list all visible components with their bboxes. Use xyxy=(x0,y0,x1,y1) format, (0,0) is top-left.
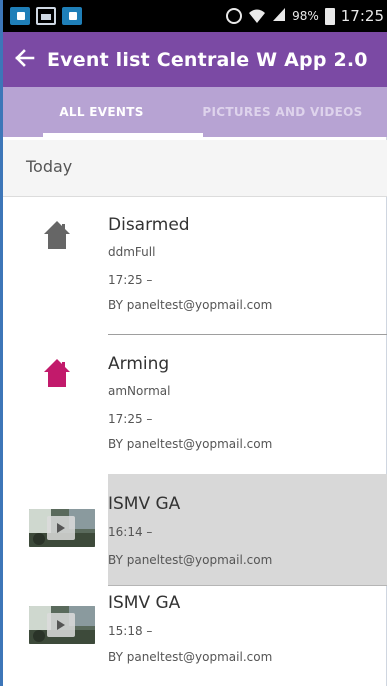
event-item-selected[interactable]: ISMV GA 16:14 – BY paneltest@yopmail.com xyxy=(3,474,387,586)
event-content: Arming amNormal 17:25 – BY paneltest@yop… xyxy=(108,335,387,474)
event-user: BY paneltest@yopmail.com xyxy=(108,437,273,451)
tab-label: ALL EVENTS xyxy=(59,105,144,119)
play-icon xyxy=(47,516,75,540)
event-content: Disarmed ddmFull 17:25 – BY paneltest@yo… xyxy=(108,197,387,335)
event-user: BY paneltest@yopmail.com xyxy=(108,650,273,664)
status-bar: 98% 17:25 xyxy=(3,0,387,32)
event-detail: ddmFull xyxy=(108,245,156,259)
section-label: Today xyxy=(26,157,73,176)
back-button[interactable] xyxy=(3,32,47,87)
notification-icons xyxy=(3,7,82,25)
event-name: ISMV GA xyxy=(108,593,181,613)
event-time: 16:14 – xyxy=(108,525,153,539)
app-notification-icon xyxy=(10,7,30,25)
page-title: Event list Centrale W App 2.0 xyxy=(47,48,368,71)
event-name: Disarmed xyxy=(108,215,190,235)
event-content: ISMV GA 16:14 – BY paneltest@yopmail.com xyxy=(108,474,387,586)
video-thumbnail[interactable] xyxy=(29,606,95,644)
event-time: 17:25 – xyxy=(108,412,153,426)
section-header: Today xyxy=(3,140,387,197)
video-thumbnail[interactable] xyxy=(29,509,95,547)
tab-all-events[interactable]: ALL EVENTS xyxy=(3,87,203,137)
app-bar: Event list Centrale W App 2.0 xyxy=(3,32,387,87)
event-time: 15:18 – xyxy=(108,624,153,638)
event-item[interactable]: Arming amNormal 17:25 – BY paneltest@yop… xyxy=(3,335,387,474)
event-content: ISMV GA 15:18 – BY paneltest@yopmail.com xyxy=(108,586,387,685)
wifi-icon xyxy=(248,8,266,24)
status-time: 17:25 xyxy=(340,7,384,25)
tab-bar: ALL EVENTS PICTURES AND VIDEOS xyxy=(3,87,387,137)
tab-indicator xyxy=(43,133,203,137)
tab-label: PICTURES AND VIDEOS xyxy=(202,105,363,119)
event-user: BY paneltest@yopmail.com xyxy=(108,298,273,312)
tab-pictures-and-videos[interactable]: PICTURES AND VIDEOS xyxy=(200,87,365,137)
battery-percent: 98% xyxy=(292,9,319,23)
event-name: ISMV GA xyxy=(108,494,181,514)
status-right: 98% 17:25 xyxy=(226,6,387,26)
battery-icon xyxy=(324,7,335,25)
event-user: BY paneltest@yopmail.com xyxy=(108,553,273,567)
event-name: Arming xyxy=(108,354,170,374)
event-item[interactable]: Disarmed ddmFull 17:25 – BY paneltest@yo… xyxy=(3,197,387,335)
play-icon xyxy=(47,613,75,637)
app-notification-icon xyxy=(62,7,82,25)
alarm-icon xyxy=(226,8,243,24)
house-icon xyxy=(43,220,71,250)
signal-icon xyxy=(272,6,286,26)
arrow-left-icon xyxy=(15,48,35,71)
event-time: 17:25 – xyxy=(108,273,153,287)
event-list: Disarmed ddmFull 17:25 – BY paneltest@yo… xyxy=(3,197,387,685)
event-detail: amNormal xyxy=(108,384,171,398)
house-icon xyxy=(43,358,71,388)
gallery-notification-icon xyxy=(36,7,56,25)
event-item[interactable]: ISMV GA 15:18 – BY paneltest@yopmail.com xyxy=(3,586,387,685)
